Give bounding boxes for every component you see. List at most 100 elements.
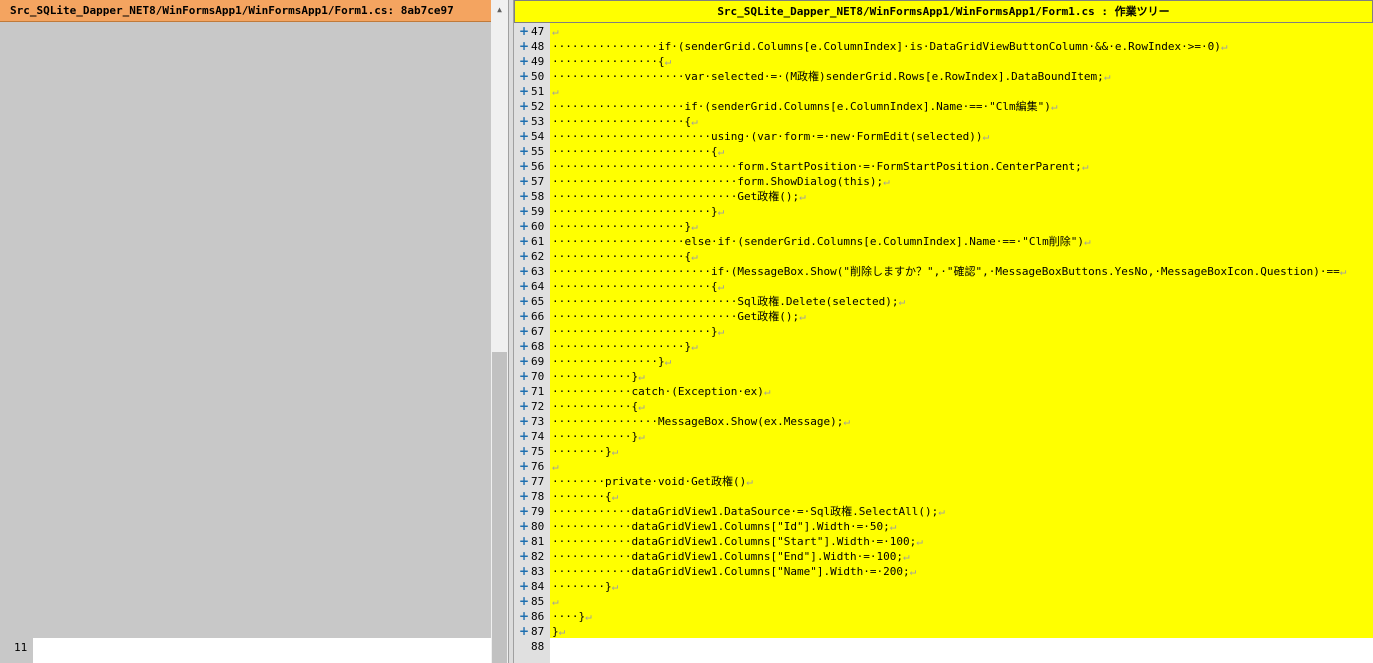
expand-plus-icon[interactable]: + — [519, 595, 529, 607]
expand-plus-icon[interactable]: + — [519, 625, 529, 637]
expand-plus-icon[interactable]: + — [519, 415, 529, 427]
expand-plus-icon[interactable]: + — [519, 505, 529, 517]
code-row[interactable]: +67 ························}↵ — [514, 325, 1373, 340]
code-text: ················MessageBox.Show(ex.Messa… — [552, 415, 851, 428]
expand-plus-icon[interactable]: + — [519, 550, 529, 562]
code-row[interactable]: +50 ····················var·selected·=·(M… — [514, 70, 1373, 85]
code-row[interactable]: +80 ············dataGridView1.Columns["Id… — [514, 520, 1373, 535]
code-row[interactable]: +64 ························{↵ — [514, 280, 1373, 295]
code-row[interactable]: +81 ············dataGridView1.Columns["St… — [514, 535, 1373, 550]
code-row[interactable]: +85 ↵ — [514, 595, 1373, 610]
code-row[interactable]: +79 ············dataGridView1.DataSource·… — [514, 505, 1373, 520]
code-row[interactable]: +76 ↵ — [514, 460, 1373, 475]
expand-plus-icon[interactable]: + — [519, 475, 529, 487]
expand-plus-icon[interactable]: + — [519, 610, 529, 622]
expand-plus-icon[interactable]: + — [519, 25, 529, 37]
expand-plus-icon[interactable]: + — [519, 460, 529, 472]
line-end-mark-icon: ↵ — [1339, 265, 1347, 278]
line-number: 56 — [531, 160, 545, 173]
expand-plus-icon[interactable]: + — [519, 85, 529, 97]
code-row[interactable]: +58 ····························Get政権();↵ — [514, 190, 1373, 205]
expand-plus-icon[interactable]: + — [519, 250, 529, 262]
expand-plus-icon[interactable]: + — [519, 55, 529, 67]
line-number: 52 — [531, 100, 545, 113]
code-row[interactable]: +82 ············dataGridView1.Columns["En… — [514, 550, 1373, 565]
code-row[interactable]: +69 ················}↵ — [514, 355, 1373, 370]
code-row[interactable]: +59 ························}↵ — [514, 205, 1373, 220]
left-pane: Src_SQLite_Dapper_NET8/WinFormsApp1/WinF… — [0, 0, 491, 663]
expand-plus-icon[interactable]: + — [519, 355, 529, 367]
expand-plus-icon[interactable]: + — [519, 325, 529, 337]
line-end-mark-icon: ↵ — [691, 340, 698, 353]
code-row[interactable]: +51 ↵ — [514, 85, 1373, 100]
code-row[interactable]: +60 ····················}↵ — [514, 220, 1373, 235]
expand-plus-icon[interactable]: + — [519, 190, 529, 202]
code-row[interactable]: 88 — [514, 640, 1373, 655]
code-row[interactable]: +73 ················MessageBox.Show(ex.Me… — [514, 415, 1373, 430]
code-row[interactable]: +47 ↵ — [514, 25, 1373, 40]
code-row[interactable]: +87}↵ — [514, 625, 1373, 640]
left-scrollbar-thumb[interactable] — [492, 352, 507, 663]
expand-plus-icon[interactable]: + — [519, 520, 529, 532]
code-row[interactable]: +66 ····························Get政権();↵ — [514, 310, 1373, 325]
code-row[interactable]: +63 ························if·(MessageBo… — [514, 265, 1373, 280]
code-row[interactable]: +53 ····················{↵ — [514, 115, 1373, 130]
code-text: ↵ — [552, 85, 559, 99]
expand-plus-icon[interactable]: + — [519, 160, 529, 172]
code-row[interactable]: +84 ········}↵ — [514, 580, 1373, 595]
scroll-up-arrow-icon[interactable]: ▲ — [491, 2, 508, 18]
expand-plus-icon[interactable]: + — [519, 580, 529, 592]
code-row[interactable]: +77 ········private·void·Get政権()↵ — [514, 475, 1373, 490]
code-row[interactable]: +78 ········{↵ — [514, 490, 1373, 505]
code-area[interactable]: +47 ↵ +48 ················if·(senderGrid.Co… — [514, 25, 1373, 655]
code-row[interactable]: +62 ····················{↵ — [514, 250, 1373, 265]
expand-plus-icon[interactable]: + — [519, 145, 529, 157]
expand-plus-icon[interactable]: + — [519, 130, 529, 142]
expand-plus-icon[interactable]: + — [519, 40, 529, 52]
code-text: }↵ — [552, 625, 566, 638]
expand-plus-icon[interactable]: + — [519, 400, 529, 412]
code-row[interactable]: +86 ····}↵ — [514, 610, 1373, 625]
expand-plus-icon[interactable]: + — [519, 235, 529, 247]
code-row[interactable]: +61 ····················else·if·(senderGr… — [514, 235, 1373, 250]
code-row[interactable]: +52 ····················if·(senderGrid.Co… — [514, 100, 1373, 115]
expand-plus-icon[interactable]: + — [519, 205, 529, 217]
expand-plus-icon[interactable]: + — [519, 295, 529, 307]
expand-plus-icon[interactable]: + — [519, 220, 529, 232]
line-end-mark-icon: ↵ — [763, 385, 771, 398]
code-row[interactable]: +74 ············}↵ — [514, 430, 1373, 445]
expand-plus-icon[interactable]: + — [519, 385, 529, 397]
line-number: 85 — [531, 595, 545, 608]
expand-plus-icon[interactable]: + — [519, 340, 529, 352]
expand-plus-icon[interactable]: + — [519, 280, 529, 292]
code-row[interactable]: +70 ············}↵ — [514, 370, 1373, 385]
expand-plus-icon[interactable]: + — [519, 445, 529, 457]
line-number: 63 — [531, 265, 545, 278]
code-row[interactable]: +49 ················{↵ — [514, 55, 1373, 70]
code-text: ····························form.ShowDia… — [552, 175, 890, 188]
code-row[interactable]: +68 ····················}↵ — [514, 340, 1373, 355]
expand-plus-icon[interactable]: + — [519, 310, 529, 322]
code-row[interactable]: +72 ············{↵ — [514, 400, 1373, 415]
code-row[interactable]: +71 ············catch·(Exception·ex)↵ — [514, 385, 1373, 400]
expand-plus-icon[interactable]: + — [519, 490, 529, 502]
expand-plus-icon[interactable]: + — [519, 70, 529, 82]
expand-plus-icon[interactable]: + — [519, 430, 529, 442]
expand-plus-icon[interactable]: + — [519, 535, 529, 547]
expand-plus-icon[interactable]: + — [519, 100, 529, 112]
code-row[interactable]: +56 ····························form.Star… — [514, 160, 1373, 175]
expand-plus-icon[interactable]: + — [519, 565, 529, 577]
code-row[interactable]: +75 ········}↵ — [514, 445, 1373, 460]
expand-plus-icon[interactable]: + — [519, 115, 529, 127]
expand-plus-icon[interactable]: + — [519, 370, 529, 382]
code-row[interactable]: +54 ························using·(var·fo… — [514, 130, 1373, 145]
code-row[interactable]: +48 ················if·(senderGrid.Column… — [514, 40, 1373, 55]
code-row[interactable]: +65 ····························Sql政権.Del… — [514, 295, 1373, 310]
expand-plus-icon[interactable]: + — [519, 265, 529, 277]
code-row[interactable]: +83 ············dataGridView1.Columns["Na… — [514, 565, 1373, 580]
expand-plus-icon[interactable]: + — [519, 175, 529, 187]
code-row[interactable]: +57 ····························form.Show… — [514, 175, 1373, 190]
code-row[interactable]: +55 ························{↵ — [514, 145, 1373, 160]
code-text: ↵ — [552, 25, 559, 39]
line-end-mark-icon: ↵ — [1083, 235, 1091, 248]
